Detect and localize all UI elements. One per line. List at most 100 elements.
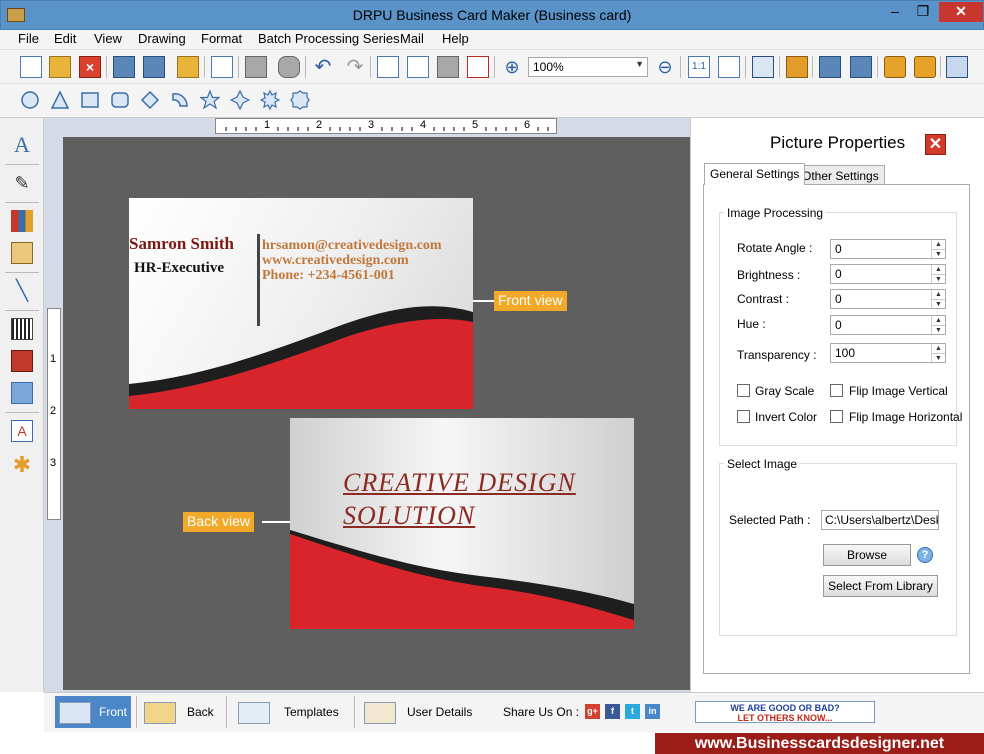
diamond-icon[interactable] xyxy=(140,90,160,110)
back-button[interactable]: Back xyxy=(140,696,220,728)
zoom-in-icon[interactable]: ⊕ xyxy=(501,56,523,78)
star-icon[interactable] xyxy=(199,89,221,110)
minimize-button[interactable]: – xyxy=(881,2,909,22)
feedback-banner[interactable]: WE ARE GOOD OR BAD? LET OTHERS KNOW... xyxy=(695,701,875,723)
spin-down-icon[interactable]: ▼ xyxy=(931,325,945,334)
database-icon[interactable] xyxy=(278,56,300,78)
watermark-icon[interactable] xyxy=(11,350,33,372)
undo-icon[interactable]: ↶ xyxy=(312,56,334,78)
image-tool-icon[interactable] xyxy=(11,242,33,264)
spin-up-icon[interactable]: ▲ xyxy=(931,290,945,299)
close-file-icon[interactable]: × xyxy=(79,56,101,78)
print-icon[interactable] xyxy=(245,56,267,78)
seal-icon[interactable] xyxy=(290,90,310,110)
transparency-input[interactable]: 100 ▲ ▼ xyxy=(830,343,946,363)
four-point-star-icon[interactable] xyxy=(229,89,251,111)
templates-icon xyxy=(238,702,270,724)
brightness-input[interactable]: 0 ▲ ▼ xyxy=(830,264,946,284)
google-plus-icon[interactable]: g+ xyxy=(585,704,600,719)
menu-edit[interactable]: Edit xyxy=(54,31,76,46)
front-button[interactable]: Front xyxy=(55,696,131,728)
symbol-icon[interactable]: ✱ xyxy=(11,454,33,476)
spin-down-icon[interactable]: ▼ xyxy=(931,249,945,258)
line-tool-icon[interactable]: ╲ xyxy=(11,280,33,302)
signature-tool-icon[interactable]: ✎ xyxy=(11,172,33,194)
hue-input[interactable]: 0 ▲ ▼ xyxy=(830,315,946,335)
selected-path-input[interactable]: C:\Users\albertz\Deskt xyxy=(821,510,939,530)
spin-up-icon[interactable]: ▲ xyxy=(931,344,945,353)
save-as-icon[interactable] xyxy=(143,56,165,78)
delete-icon[interactable] xyxy=(467,56,489,78)
spin-down-icon[interactable]: ▼ xyxy=(931,299,945,308)
templates-button[interactable]: Templates xyxy=(234,696,346,728)
menu-drawing[interactable]: Drawing xyxy=(138,31,186,46)
flip-vertical-label: Flip Image Vertical xyxy=(849,384,948,398)
bring-front-icon[interactable] xyxy=(819,56,841,78)
text-tool-icon[interactable]: A xyxy=(11,134,33,156)
invert-color-label: Invert Color xyxy=(755,410,818,424)
browse-button[interactable]: Browse xyxy=(823,544,911,566)
spin-up-icon[interactable]: ▲ xyxy=(931,240,945,249)
panel-title: Picture Properties xyxy=(770,133,906,152)
unlock-icon[interactable] xyxy=(914,56,936,78)
menu-help[interactable]: Help xyxy=(442,31,469,46)
select-from-library-button[interactable]: Select From Library xyxy=(823,575,938,597)
zoom-select[interactable]: 100% ▼ xyxy=(528,57,648,77)
menu-view[interactable]: View xyxy=(94,31,122,46)
spin-up-icon[interactable]: ▲ xyxy=(931,316,945,325)
facebook-icon[interactable]: f xyxy=(605,704,620,719)
flip-vertical-checkbox[interactable] xyxy=(830,384,843,397)
new-icon[interactable] xyxy=(20,56,42,78)
contrast-input[interactable]: 0 ▲ ▼ xyxy=(830,289,946,309)
properties-icon[interactable] xyxy=(211,56,233,78)
close-panel-button[interactable]: ✕ xyxy=(925,134,946,155)
gray-scale-checkbox[interactable] xyxy=(737,384,750,397)
background-icon[interactable] xyxy=(11,382,33,404)
rounded-rectangle-icon[interactable] xyxy=(110,90,130,110)
twitter-icon[interactable]: t xyxy=(625,704,640,719)
triangle-icon[interactable] xyxy=(50,90,70,110)
save-icon[interactable] xyxy=(113,56,135,78)
ellipse-icon[interactable] xyxy=(20,90,40,110)
burst-icon[interactable] xyxy=(259,89,281,111)
paste-icon[interactable] xyxy=(437,56,459,78)
spin-up-icon[interactable]: ▲ xyxy=(931,265,945,274)
library-icon[interactable] xyxy=(11,210,33,232)
tab-other-settings[interactable]: Other Settings xyxy=(796,165,885,185)
maximize-button[interactable]: ❐ xyxy=(909,2,937,22)
fit-window-icon[interactable] xyxy=(718,56,740,78)
lock-icon[interactable] xyxy=(884,56,906,78)
close-window-button[interactable]: ✕ xyxy=(939,2,983,22)
word-art-icon[interactable]: A xyxy=(11,420,33,442)
tab-general-settings[interactable]: General Settings xyxy=(704,163,806,185)
spin-down-icon[interactable]: ▼ xyxy=(931,274,945,283)
menu-format[interactable]: Format xyxy=(201,31,242,46)
actual-size-icon[interactable]: 1:1 xyxy=(688,56,710,78)
mail-icon[interactable] xyxy=(786,56,808,78)
user-details-button[interactable]: User Details xyxy=(360,696,472,728)
redo-icon[interactable]: ↷ xyxy=(344,56,366,78)
arc-icon[interactable] xyxy=(170,90,190,110)
back-card[interactable]: CREATIVE DESIGN SOLUTION xyxy=(290,418,634,629)
front-tag-connector xyxy=(473,300,494,302)
invert-color-checkbox[interactable] xyxy=(737,410,750,423)
zoom-out-icon[interactable]: ⊖ xyxy=(654,56,676,78)
help-icon[interactable]: ? xyxy=(917,547,933,563)
flip-horizontal-checkbox[interactable] xyxy=(830,410,843,423)
menu-file[interactable]: File xyxy=(18,31,39,46)
copy-icon[interactable] xyxy=(377,56,399,78)
export-icon[interactable] xyxy=(177,56,199,78)
rotate-angle-input[interactable]: 0 ▲ ▼ xyxy=(830,239,946,259)
linkedin-icon[interactable]: in xyxy=(645,704,660,719)
barcode-icon[interactable] xyxy=(11,318,33,340)
open-icon[interactable] xyxy=(49,56,71,78)
view-options-icon[interactable] xyxy=(946,56,968,78)
grid-icon[interactable] xyxy=(752,56,774,78)
menu-mail[interactable]: Mail xyxy=(400,31,424,46)
front-card[interactable]: Samron Smith HR-Executive hrsamon@creati… xyxy=(129,198,473,409)
rectangle-icon[interactable] xyxy=(80,90,100,110)
cut-icon[interactable] xyxy=(407,56,429,78)
spin-down-icon[interactable]: ▼ xyxy=(931,353,945,362)
menu-batch-processing[interactable]: Batch Processing Series xyxy=(258,31,400,46)
send-back-icon[interactable] xyxy=(850,56,872,78)
